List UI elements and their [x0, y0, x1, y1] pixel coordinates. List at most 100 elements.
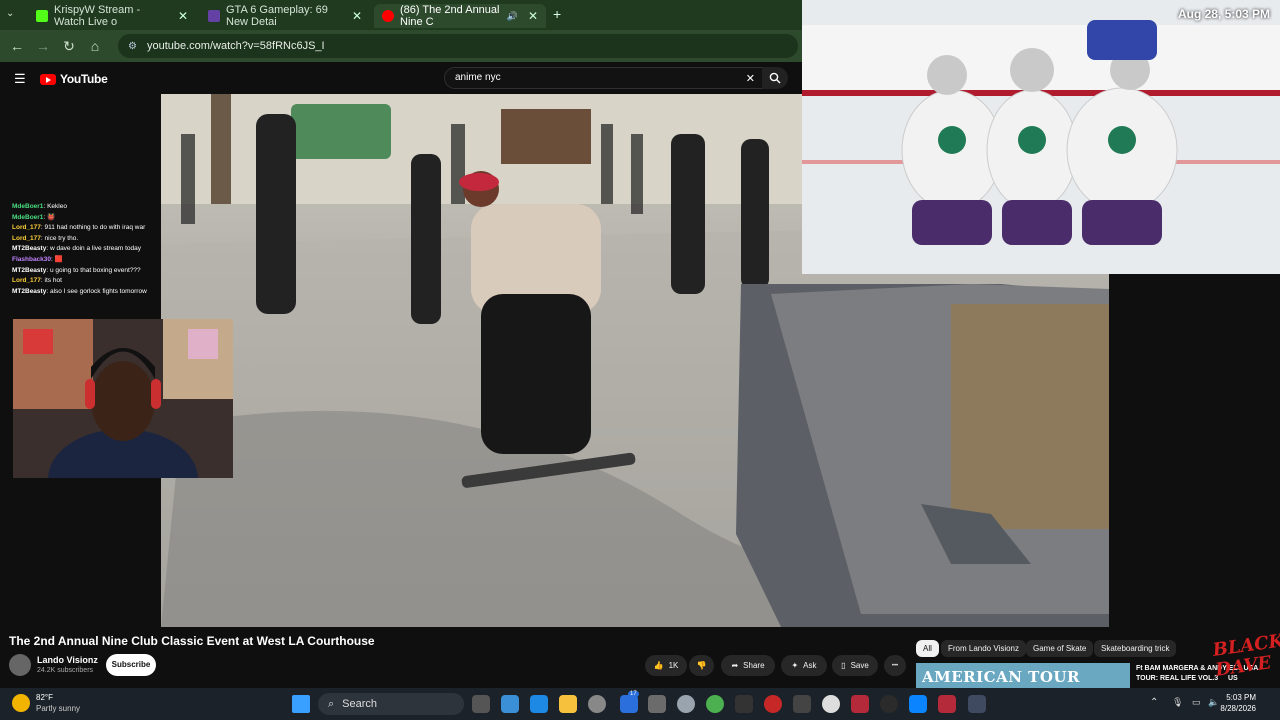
search-icon: ⌕	[328, 697, 335, 710]
weather-widget[interactable]: 82°F Partly sunny	[12, 692, 80, 714]
search-input[interactable]: anime nyc ✕	[444, 67, 764, 89]
share-label: Share	[743, 661, 765, 670]
chip-skateboarding-trick[interactable]: Skateboarding trick	[1094, 640, 1177, 657]
bookmark-icon: ▯	[841, 661, 846, 670]
system-clock[interactable]: 5:03 PM 8/28/2026	[1220, 692, 1256, 714]
file-explorer-icon[interactable]	[559, 695, 577, 713]
chat-text: u going to that boxing event???	[49, 266, 141, 274]
reload-icon[interactable]: ↻	[56, 38, 82, 55]
chip-game-of-skate[interactable]: Game of Skate	[1026, 640, 1094, 657]
tab-list-chevron-icon[interactable]: ⌄	[6, 8, 14, 19]
like-count: 1K	[668, 661, 679, 670]
app-icon[interactable]	[909, 695, 927, 713]
es-app-icon[interactable]	[938, 695, 956, 713]
save-button[interactable]: ▯ Save	[832, 655, 878, 676]
app-icon[interactable]	[735, 695, 753, 713]
tab-close-icon[interactable]: ✕	[352, 9, 362, 23]
tab-label: KrispyW Stream - Watch Live o	[54, 4, 141, 28]
share-icon: ➦	[731, 661, 739, 670]
dislike-button[interactable]: 👎	[689, 655, 714, 676]
start-icon[interactable]	[292, 695, 310, 713]
thumbs-down-icon: 👎	[696, 661, 707, 670]
clear-search-icon[interactable]: ✕	[746, 72, 755, 85]
channel-avatar[interactable]	[9, 654, 31, 676]
chat-text: 🟥	[54, 255, 63, 263]
chat-username: MT2Beasty	[12, 266, 47, 274]
chat-text: 911 had nothing to do with iraq war	[44, 224, 146, 232]
app-icon[interactable]	[968, 695, 986, 713]
windows-taskbar	[0, 688, 1280, 720]
chat-message: Lord_177: its hot	[12, 277, 62, 285]
new-tab-button[interactable]: +	[553, 6, 561, 22]
chat-text: nice try tho.	[44, 234, 79, 242]
brand-overlay-logo: BLACK DAVE	[1211, 630, 1280, 681]
chat-username: MT2Beasty	[12, 287, 47, 295]
notification-badge: 17	[628, 691, 639, 697]
more-actions-button[interactable]: •••	[884, 655, 906, 676]
widgets-icon[interactable]	[501, 695, 519, 713]
menu-icon[interactable]: ☰	[14, 71, 26, 87]
app-icon[interactable]	[793, 695, 811, 713]
overlay-datetime: Aug 28, 5:03 PM	[1177, 7, 1270, 21]
youtube-logo[interactable]: YouTube	[40, 72, 108, 86]
channel-name[interactable]: Lando Visionz	[37, 655, 98, 665]
forward-icon[interactable]: →	[30, 38, 56, 54]
chip-from-channel[interactable]: From Lando Visionz	[941, 640, 1026, 657]
chat-text: its hot	[44, 277, 62, 285]
volume-icon[interactable]: 🔈	[1208, 697, 1219, 708]
mic-icon[interactable]: 🎙	[1172, 697, 1183, 708]
stream-chat: MdeBoer1: Kekleo MdeBoer1: 👹 Lord_177: 911…	[12, 202, 162, 297]
subscribe-button[interactable]: Subscribe	[106, 654, 156, 676]
weather-condition: Partly sunny	[36, 704, 81, 713]
edge-icon[interactable]	[530, 695, 548, 713]
ask-button[interactable]: ✦ Ask	[781, 655, 827, 676]
tray-chevron-icon[interactable]: ⌃	[1150, 697, 1158, 708]
taskbar-search[interactable]: ⌕ Search	[318, 693, 464, 715]
share-button[interactable]: ➦ Share	[721, 655, 775, 676]
app-icon[interactable]	[764, 695, 782, 713]
chat-text: 👹	[47, 213, 56, 221]
es-app-icon[interactable]	[851, 695, 869, 713]
chip-all[interactable]: All	[916, 640, 939, 657]
weather-sun-icon	[12, 694, 30, 712]
search-icon	[769, 72, 781, 84]
chat-message: MdeBoer1: Kekleo	[12, 203, 67, 210]
network-icon[interactable]: ▭	[1192, 697, 1201, 708]
url-field[interactable]: ⚙ youtube.com/watch?v=58fRNc6JS_I	[118, 34, 798, 58]
search-button[interactable]	[762, 67, 788, 89]
chat-username: Lord_177	[12, 277, 41, 285]
music-icon[interactable]	[822, 695, 840, 713]
chat-message: Lord_177: nice try tho.	[12, 234, 79, 242]
address-toolbar: ← → ↻ ⌂ ⚙ youtube.com/watch?v=58fRNc6JS_…	[0, 30, 802, 62]
youtube-logo-text: YouTube	[60, 72, 108, 86]
app-icon[interactable]	[588, 695, 606, 713]
obs-icon[interactable]	[880, 695, 898, 713]
tab-close-icon[interactable]: ✕	[178, 9, 188, 23]
mail-icon[interactable]: 17	[620, 691, 639, 713]
audio-playing-icon[interactable]: 🔊	[507, 11, 518, 22]
chat-message: MT2Beasty: also I see gorlock fights tom…	[12, 287, 147, 295]
tab-label: (86) The 2nd Annual Nine C	[400, 4, 500, 28]
home-icon[interactable]: ⌂	[82, 38, 108, 54]
settings-icon[interactable]	[677, 695, 695, 713]
tab-gta6[interactable]: GTA 6 Gameplay: 69 New Detai ✕	[200, 4, 370, 28]
tab-close-icon[interactable]: ✕	[528, 9, 538, 23]
back-icon[interactable]: ←	[4, 38, 30, 54]
webcam-image	[13, 319, 233, 478]
youtube-favicon-icon	[382, 10, 394, 22]
tab-krispyw[interactable]: KrispyW Stream - Watch Live o ✕	[28, 4, 196, 28]
calculator-icon[interactable]	[648, 695, 666, 713]
tab-youtube-active[interactable]: (86) The 2nd Annual Nine C 🔊 ✕	[374, 4, 546, 28]
like-button[interactable]: 👍 1K	[645, 655, 687, 676]
search-value: anime nyc	[455, 72, 501, 83]
thumbs-up-icon: 👍	[653, 661, 664, 670]
site-info-icon[interactable]: ⚙	[128, 41, 137, 52]
chat-username: MT2Beasty	[12, 245, 47, 253]
youtube-play-logo-icon	[40, 73, 56, 85]
hockey-game-overlay: Aug 28, 5:03 PM	[802, 0, 1280, 274]
chat-message: MT2Beasty: w dave doin a live stream tod…	[12, 245, 142, 253]
chrome-icon[interactable]	[706, 695, 724, 713]
save-label: Save	[850, 661, 869, 670]
chat-text: w dave doin a live stream today	[49, 245, 142, 253]
task-view-icon[interactable]	[472, 695, 490, 713]
